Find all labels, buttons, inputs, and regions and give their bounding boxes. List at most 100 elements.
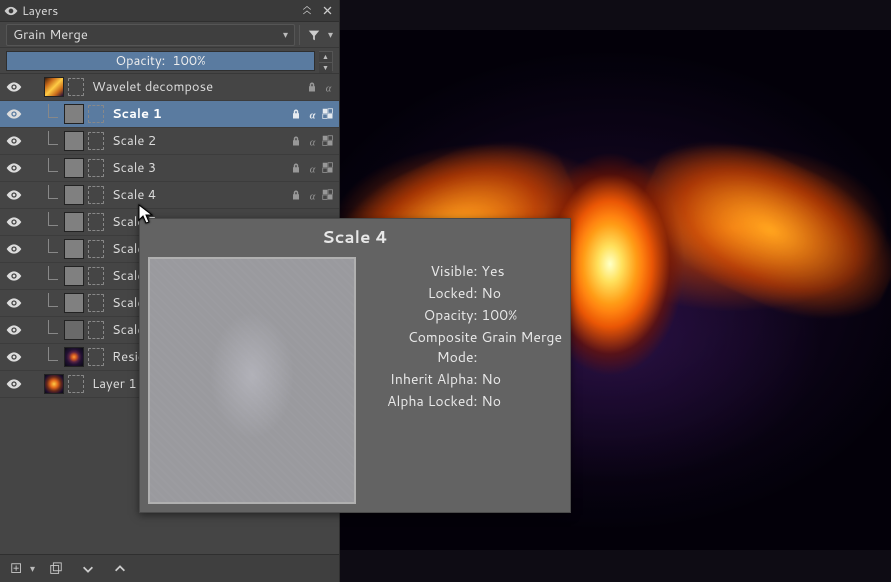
tooltip-thumbnail — [148, 257, 356, 504]
alpha-icon[interactable]: α — [321, 80, 335, 94]
layer-name[interactable]: Scale 2 — [106, 132, 287, 150]
visibility-toggle-icon[interactable] — [4, 320, 24, 340]
visibility-toggle-icon[interactable] — [4, 347, 24, 367]
close-icon[interactable] — [319, 3, 335, 19]
layer-thumbnail[interactable] — [64, 131, 84, 151]
add-layer-button[interactable] — [6, 559, 28, 579]
layer-row[interactable]: Scale 1 α — [0, 101, 339, 128]
tree-indent — [44, 246, 62, 253]
svg-text:α: α — [325, 83, 331, 93]
visibility-toggle-icon[interactable] — [4, 266, 24, 286]
tree-indent — [44, 165, 62, 172]
layer-row-icons: α — [289, 107, 335, 121]
layer-mask-slot[interactable] — [88, 267, 104, 285]
layer-mask-slot[interactable] — [88, 132, 104, 150]
tooltip-key: Opacity: — [364, 305, 477, 325]
layer-name[interactable]: Scale 3 — [106, 159, 287, 177]
chevron-down-icon[interactable]: ▾ — [30, 562, 35, 576]
layer-mask-slot[interactable] — [68, 375, 84, 393]
opacity-row: Opacity: 100% ▲ ▼ — [0, 48, 339, 74]
layer-thumbnail[interactable] — [64, 239, 84, 259]
visibility-toggle-icon[interactable] — [4, 293, 24, 313]
lock-icon[interactable] — [305, 80, 319, 94]
blend-mode-value: Grain Merge — [13, 26, 88, 44]
tooltip-value: No — [481, 369, 562, 389]
detach-icon[interactable] — [299, 3, 315, 19]
layer-mask-slot[interactable] — [88, 159, 104, 177]
layer-thumbnail[interactable] — [64, 104, 84, 124]
svg-text:α: α — [309, 164, 315, 174]
filter-icon[interactable] — [304, 25, 324, 45]
move-down-button[interactable] — [77, 559, 99, 579]
layer-tooltip: Scale 4 Visible:YesLocked:NoOpacity:100%… — [139, 218, 571, 513]
layer-mask-slot[interactable] — [88, 348, 104, 366]
layer-name[interactable]: Scale 1 — [106, 105, 287, 123]
layer-thumbnail[interactable] — [64, 347, 84, 367]
layer-thumbnail[interactable] — [44, 77, 64, 97]
mask-icon[interactable] — [321, 134, 335, 148]
spin-down-icon[interactable]: ▼ — [319, 63, 332, 73]
tooltip-key: Locked: — [364, 283, 477, 303]
svg-text:α: α — [309, 137, 315, 147]
layer-row[interactable]: Scale 4 α — [0, 182, 339, 209]
mask-icon[interactable] — [321, 161, 335, 175]
alpha-icon[interactable]: α — [305, 134, 319, 148]
mask-icon[interactable] — [321, 188, 335, 202]
layer-name[interactable]: Wavelet decompose — [86, 78, 303, 96]
spin-up-icon[interactable]: ▲ — [319, 52, 332, 63]
layer-row[interactable]: Wavelet decompose α — [0, 74, 339, 101]
move-up-button[interactable] — [109, 559, 131, 579]
panel-title-text: Layers — [22, 2, 58, 19]
layer-row-icons: α — [305, 80, 335, 94]
tooltip-key: Composite Mode: — [364, 327, 477, 367]
lock-icon[interactable] — [289, 107, 303, 121]
tooltip-key: Visible: — [364, 261, 477, 281]
mask-icon[interactable] — [321, 107, 335, 121]
layer-row[interactable]: Scale 3 α — [0, 155, 339, 182]
duplicate-layer-button[interactable] — [45, 559, 67, 579]
layer-mask-slot[interactable] — [88, 240, 104, 258]
layer-thumbnail[interactable] — [64, 266, 84, 286]
tooltip-key: Alpha Locked: — [364, 391, 477, 411]
layer-thumbnail[interactable] — [64, 212, 84, 232]
layer-mask-slot[interactable] — [88, 213, 104, 231]
layer-mask-slot[interactable] — [88, 186, 104, 204]
layer-thumbnail[interactable] — [64, 293, 84, 313]
visibility-toggle-icon[interactable] — [4, 77, 24, 97]
layer-thumbnail[interactable] — [44, 374, 64, 394]
tree-indent — [44, 300, 62, 307]
tree-indent — [44, 327, 62, 334]
visibility-toggle-icon[interactable] — [4, 131, 24, 151]
layer-thumbnail[interactable] — [64, 320, 84, 340]
visibility-toggle-icon[interactable] — [4, 374, 24, 394]
tree-indent — [44, 219, 62, 226]
lock-icon[interactable] — [289, 161, 303, 175]
visibility-toggle-icon[interactable] — [4, 185, 24, 205]
chevron-down-icon[interactable]: ▾ — [328, 28, 333, 42]
tooltip-value: Grain Merge — [481, 327, 562, 367]
layer-row[interactable]: Scale 2 α — [0, 128, 339, 155]
visibility-toggle-icon[interactable] — [4, 239, 24, 259]
visibility-toggle-icon[interactable] — [4, 104, 24, 124]
tooltip-value: 100% — [481, 305, 562, 325]
visibility-toggle-icon[interactable] — [4, 212, 24, 232]
lock-icon[interactable] — [289, 134, 303, 148]
svg-text:α: α — [309, 110, 315, 120]
layer-mask-slot[interactable] — [88, 105, 104, 123]
svg-text:α: α — [309, 191, 315, 201]
blend-mode-select[interactable]: Grain Merge ▾ — [6, 24, 295, 46]
visibility-toggle-icon[interactable] — [4, 158, 24, 178]
layer-name[interactable]: Scale 4 — [106, 186, 287, 204]
chevron-down-icon: ▾ — [283, 28, 288, 42]
opacity-spin[interactable]: ▲ ▼ — [319, 51, 333, 71]
alpha-icon[interactable]: α — [305, 188, 319, 202]
layer-thumbnail[interactable] — [64, 158, 84, 178]
layer-mask-slot[interactable] — [68, 78, 84, 96]
lock-icon[interactable] — [289, 188, 303, 202]
layer-mask-slot[interactable] — [88, 321, 104, 339]
alpha-icon[interactable]: α — [305, 107, 319, 121]
layer-mask-slot[interactable] — [88, 294, 104, 312]
layer-thumbnail[interactable] — [64, 185, 84, 205]
alpha-icon[interactable]: α — [305, 161, 319, 175]
opacity-slider[interactable]: Opacity: 100% — [6, 51, 315, 71]
